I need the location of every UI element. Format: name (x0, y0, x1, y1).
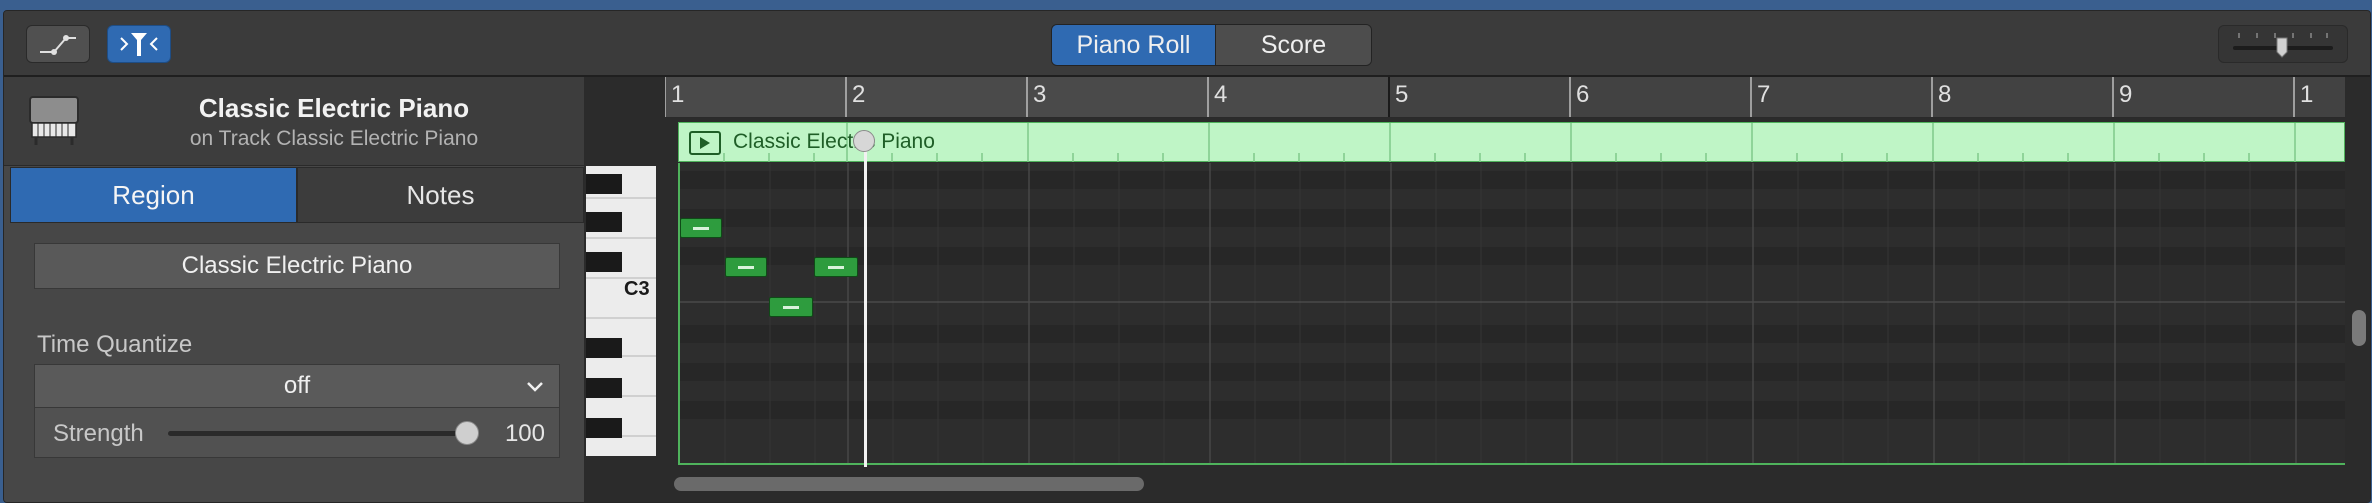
strength-value: 100 (504, 420, 545, 447)
note-grid-lines (680, 163, 2345, 463)
tab-region[interactable]: Region (10, 167, 297, 223)
bar-number-6: 6 (1576, 81, 1590, 108)
bar-number-4: 4 (1214, 81, 1228, 108)
playhead-handle[interactable] (853, 130, 875, 152)
bar-ruler[interactable]: 1 2 3 4 5 6 7 8 9 1 (665, 77, 2345, 118)
tab-notes[interactable]: Notes (297, 167, 584, 223)
bar-number-1: 1 (671, 81, 685, 108)
inspector-tabs: Region Notes (10, 167, 584, 223)
strength-slider-thumb[interactable] (455, 421, 479, 445)
bar-number-10: 1 (2300, 81, 2314, 108)
horizontal-zoom-slider[interactable] (2218, 25, 2348, 63)
ruler-ticks (665, 77, 2295, 117)
midi-note[interactable] (725, 257, 767, 277)
piano-keys-graphic (586, 174, 656, 438)
automation-button[interactable] (26, 25, 90, 63)
strength-label: Strength (53, 420, 144, 447)
time-quantize-select[interactable]: off (34, 364, 560, 408)
track-name: on Track Classic Electric Piano (189, 127, 479, 150)
midi-note[interactable] (814, 257, 858, 277)
editor-toolbar: Piano Roll Score (4, 11, 2370, 77)
midi-note[interactable] (769, 297, 813, 317)
midi-in-catch-button[interactable] (107, 25, 171, 63)
strength-control: Strength 100 (34, 408, 560, 458)
zoom-slider-track-icon (2233, 33, 2333, 58)
bar-number-7: 7 (1757, 81, 1771, 108)
chevron-down-icon (527, 382, 543, 392)
instrument-name: Classic Electric Piano (198, 93, 470, 123)
region-inspector: Classic Electric Piano on Track Classic … (4, 77, 584, 502)
region-header[interactable]: Classic Electric Piano (678, 122, 2345, 162)
catch-icon (120, 33, 158, 56)
midi-note[interactable] (680, 218, 722, 238)
vertical-scrollbar[interactable] (2352, 310, 2366, 346)
bar-number-8: 8 (1938, 81, 1952, 108)
time-quantize-label: Time Quantize (37, 331, 193, 358)
piano-keyboard[interactable]: C3 (586, 166, 656, 456)
region-title: Classic Electric Piano (733, 130, 935, 153)
bar-number-2: 2 (852, 81, 866, 108)
view-switcher: Piano Roll Score (1051, 24, 1372, 66)
instrument-header: Classic Electric Piano on Track Classic … (4, 77, 584, 166)
region-name-field[interactable]: Classic Electric Piano (34, 243, 560, 289)
piano-roll-window: Piano Roll Score Classic Electric Piano … (3, 10, 2371, 503)
horizontal-scrollbar[interactable] (674, 477, 1144, 491)
tab-piano-roll[interactable]: Piano Roll (1052, 25, 1215, 65)
bar-number-9: 9 (2119, 81, 2133, 108)
playhead[interactable] (864, 134, 867, 467)
note-grid[interactable] (678, 163, 2345, 465)
piano-roll-editor: C3 1 2 3 4 5 6 7 8 9 1 Classic Electric … (584, 77, 2370, 502)
strength-slider[interactable] (168, 431, 468, 436)
automation-curve-icon (40, 35, 76, 55)
bar-number-5: 5 (1395, 81, 1409, 108)
tab-score[interactable]: Score (1215, 25, 1371, 65)
pitch-label-c3: C3 (624, 278, 650, 300)
bar-number-3: 3 (1033, 81, 1047, 108)
time-quantize-value: off (283, 372, 311, 399)
